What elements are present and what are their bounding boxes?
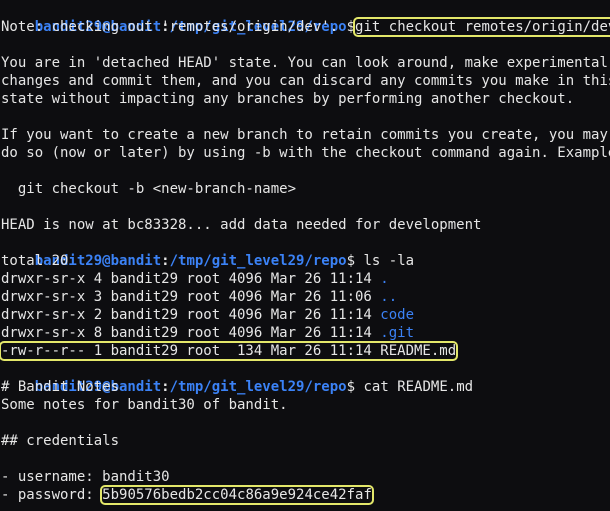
readme-desc: Some notes for bandit30 of bandit.	[1, 397, 288, 413]
ls-row-name: ..	[380, 289, 398, 305]
ls-row-meta: drwxr-sr-x 3 bandit29 root 4096 Mar 26 1…	[1, 289, 381, 305]
readme-heading: ## credentials	[1, 433, 120, 449]
output-head: HEAD is now at bc83328... add data neede…	[1, 217, 482, 233]
readme-password-line: - password: 5b90576bedb2cc04c86a9e924ce4…	[1, 485, 374, 505]
password-value: 5b90576bedb2cc04c86a9e924ce42faf	[100, 485, 374, 505]
readme-username: - username: bandit30	[1, 469, 170, 485]
password-label: - password:	[1, 487, 103, 503]
output-detached-1: You are in 'detached HEAD' state. You ca…	[1, 55, 608, 71]
cat-command: cat README.md	[363, 379, 474, 395]
checkout-command: git checkout remotes/origin/dev	[353, 17, 610, 37]
output-branch-1: If you want to create a new branch to re…	[1, 127, 608, 143]
readme-row-highlight: -rw-r--r-- 1 bandit29 root 134 Mar 26 11…	[0, 341, 459, 361]
readme-title: # Bandit Notes	[1, 379, 120, 395]
prompt-path: /tmp/git_level29/repo	[169, 253, 347, 269]
output-example: git checkout -b <new-branch-name>	[1, 181, 297, 197]
ls-command: ls -la	[363, 253, 415, 269]
ls-row-name: .	[380, 271, 389, 287]
terminal-line-prompt-checkout: bandit29@bandit:/tmp/git_level29/repo$gi…	[1, 0, 610, 37]
ls-row-name: .git	[380, 325, 415, 341]
prompt-dollar: $	[346, 19, 356, 35]
output-branch-2: do so (now or later) by using -b with th…	[1, 145, 610, 161]
prompt-colon: :	[161, 253, 170, 269]
terminal-window[interactable]: bandit29@bandit:/tmp/git_level29/repo$gi…	[0, 0, 610, 511]
prompt-dollar: $	[346, 253, 356, 269]
prompt-dollar: $	[346, 379, 356, 395]
output-note: Note: checking out 'remotes/origin/dev'.	[1, 19, 339, 35]
terminal-line-prompt-ls: bandit29@bandit:/tmp/git_level29/repo$ l…	[1, 234, 414, 269]
output-detached-2: changes and commit them, and you can dis…	[1, 73, 610, 89]
output-detached-3: state without impacting any branches by …	[1, 91, 575, 107]
ls-row: drwxr-sr-x 2 bandit29 root 4096 Mar 26 1…	[1, 306, 414, 324]
ls-row-meta: drwxr-sr-x 8 bandit29 root 4096 Mar 26 1…	[1, 325, 381, 341]
ls-row-meta: drwxr-sr-x 2 bandit29 root 4096 Mar 26 1…	[1, 307, 381, 323]
prompt-colon: :	[161, 379, 170, 395]
ls-row-meta: drwxr-sr-x 4 bandit29 root 4096 Mar 26 1…	[1, 271, 381, 287]
prompt-path: /tmp/git_level29/repo	[169, 379, 347, 395]
ls-row: drwxr-sr-x 8 bandit29 root 4096 Mar 26 1…	[1, 324, 414, 342]
ls-row: drwxr-sr-x 4 bandit29 root 4096 Mar 26 1…	[1, 270, 389, 288]
ls-row-name: code	[380, 307, 415, 323]
terminal-line-prompt-cat: bandit29@bandit:/tmp/git_level29/repo$ c…	[1, 360, 473, 395]
ls-row: drwxr-sr-x 3 bandit29 root 4096 Mar 26 1…	[1, 288, 397, 306]
ls-row-readme: -rw-r--r-- 1 bandit29 root 134 Mar 26 11…	[0, 341, 459, 361]
output-total: total 20	[1, 253, 69, 269]
